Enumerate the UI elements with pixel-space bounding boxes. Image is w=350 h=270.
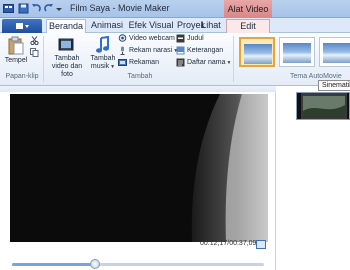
snapshot-button[interactable]: Rekaman <box>118 57 159 68</box>
record-narration-button[interactable]: Rekam narasi▼ <box>118 45 178 56</box>
tab-home[interactable]: Beranda <box>46 19 86 34</box>
add-videos-photos-label: Tambah video dan foto <box>51 55 83 78</box>
save-icon[interactable] <box>18 3 29 14</box>
customize-toolbar-icon[interactable] <box>55 3 63 14</box>
tab-visual-effects[interactable]: Efek Visual <box>127 19 175 33</box>
copy-icon[interactable] <box>30 48 39 57</box>
playback-time: 00:12,17/00:37,09 <box>200 240 257 247</box>
credits-button[interactable]: Daftar nama▼ <box>176 57 231 68</box>
theme-thumb-2[interactable] <box>279 37 315 67</box>
window-title: Film Saya - Movie Maker <box>70 3 170 13</box>
webcam-video-label: Video webcam <box>129 35 175 42</box>
caption-label: Keterangan <box>187 47 224 54</box>
clip-thumbnail <box>297 93 349 119</box>
caption-button[interactable]: Keterangan <box>176 45 223 56</box>
add-videos-photos-button[interactable]: Tambah video dan foto <box>46 36 88 79</box>
theme-thumb-3[interactable] <box>319 37 350 67</box>
split-view-button[interactable] <box>256 240 266 249</box>
video-frame <box>10 94 268 242</box>
paste-button[interactable]: Tempel <box>4 36 28 65</box>
credits-icon <box>176 58 185 67</box>
paste-icon <box>8 36 24 55</box>
ribbon-tab-row: Beranda Animasi Efek Visual Proyek Lihat… <box>0 18 350 34</box>
group-label-automovie-themes: Tema AutoMovie <box>290 73 342 80</box>
caption-icon <box>176 46 185 55</box>
movie-maker-app-icon[interactable] <box>3 3 14 14</box>
context-group-video-tools: Alat Video <box>224 0 272 18</box>
seek-bar-fill <box>12 263 96 266</box>
file-menu-icon <box>16 23 29 29</box>
group-label-add: Tambah <box>127 73 153 80</box>
automovie-theme-gallery <box>236 35 350 73</box>
paste-label: Tempel <box>4 57 28 64</box>
undo-icon[interactable] <box>31 3 42 14</box>
add-music-button[interactable]: Tambah musik▼ <box>88 36 118 71</box>
webcam-icon <box>118 33 127 42</box>
theme-thumb-1[interactable] <box>239 37 275 67</box>
title-icon <box>176 34 185 43</box>
title-label: Judul <box>187 35 204 42</box>
cut-icon[interactable] <box>30 36 39 45</box>
ribbon-home: Tempel Papan-klip Tambah video dan foto … <box>0 33 350 86</box>
preview-header-strip <box>0 86 276 92</box>
credits-label: Daftar nama <box>187 59 226 66</box>
theme-tooltip: Sinematik <box>318 80 350 91</box>
tab-view[interactable]: Lihat <box>200 19 222 33</box>
microphone-icon <box>120 46 125 55</box>
music-note-icon <box>96 36 109 53</box>
group-separator <box>43 36 44 82</box>
tab-animations[interactable]: Animasi <box>88 19 126 33</box>
group-separator <box>233 36 234 82</box>
record-narration-label: Rekam narasi <box>129 47 173 54</box>
title-button[interactable]: Judul <box>176 33 204 44</box>
snapshot-label: Rekaman <box>129 59 159 66</box>
title-bar: Film Saya - Movie Maker Alat Video <box>0 0 350 18</box>
redo-icon[interactable] <box>43 3 54 14</box>
add-videos-photos-icon <box>58 38 74 51</box>
group-label-clipboard: Papan-klip <box>5 73 39 80</box>
storyboard-clip[interactable] <box>296 92 350 120</box>
tab-edit[interactable]: Edit <box>226 19 270 33</box>
snapshot-icon <box>118 58 127 66</box>
file-menu-button[interactable] <box>2 19 42 33</box>
video-preview[interactable] <box>10 94 268 242</box>
webcam-video-button[interactable]: Video webcam <box>118 33 175 44</box>
